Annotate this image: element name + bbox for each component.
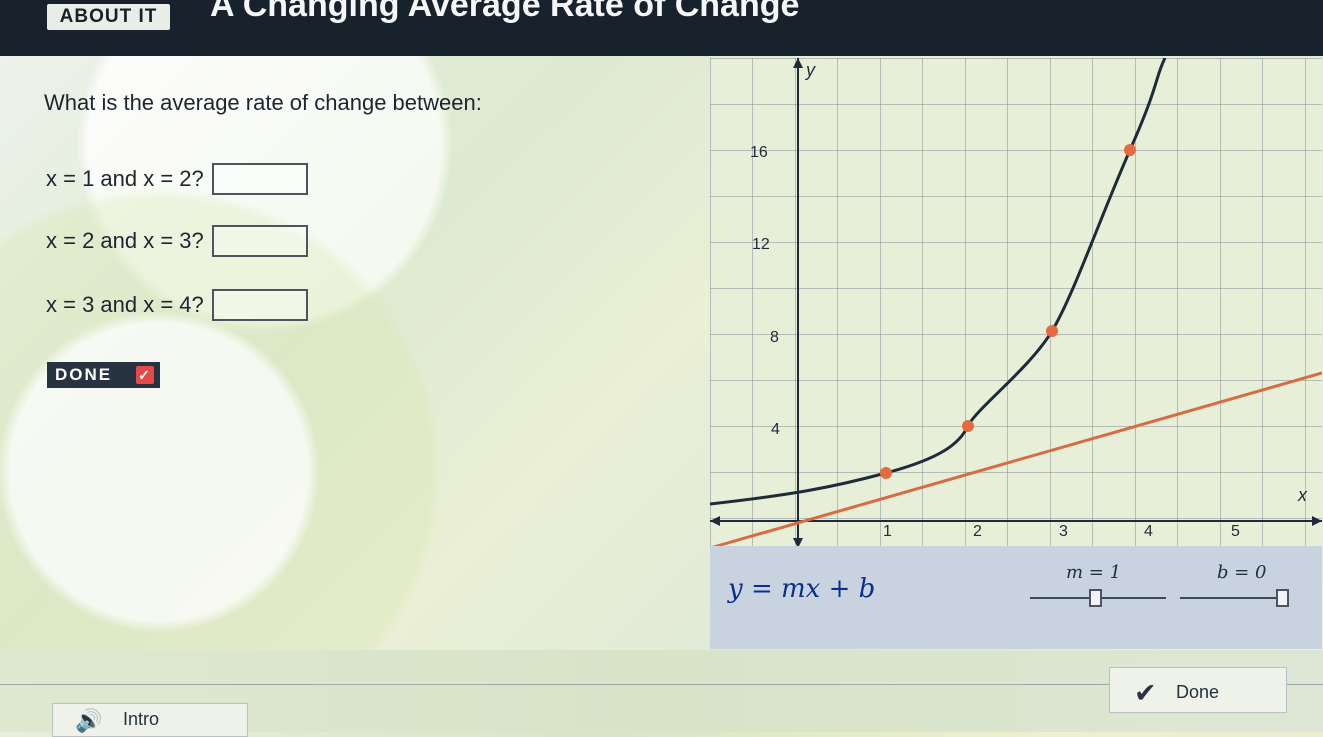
question-row-2-text: x = 2 and x = 3? [46,228,204,253]
question-row-1-text: x = 1 and x = 2? [46,166,204,191]
check-icon: ✔ [1134,678,1157,708]
footer-done-label: Done [1176,682,1220,702]
y-tick-12: 12 [752,236,770,253]
curve-point-2 [962,420,974,432]
x-axis-label: x [1297,485,1308,505]
question-row-2: x = 2 and x = 3? [46,224,308,258]
done-button-label: DONE [55,365,113,384]
badge-text: ABOUT IT [59,6,158,27]
x-tick-1: 1 [883,523,892,540]
question-prompt: What is the average rate of change betwe… [44,90,482,115]
y-tick-8: 8 [770,329,779,346]
question-row-3-text: x = 3 and x = 4? [46,292,204,317]
b-slider-track[interactable] [1180,597,1286,599]
speaker-icon: 🔊 [75,708,103,733]
answer-box-1[interactable] [211,163,308,195]
graph-svg: y x 4 8 12 16 1 2 3 4 5 [710,58,1322,548]
m-slider-thumb[interactable] [1089,589,1102,607]
m-slider-label: m = 1 [1066,562,1122,583]
curve-point-1 [880,467,892,479]
line-formula: y = mx + b [728,574,875,604]
y-tick-4: 4 [771,421,780,438]
curve-point-3 [1046,325,1058,337]
graph-panel: y x 4 8 12 16 1 2 3 4 5 [710,58,1322,548]
question-row-3: x = 3 and x = 4? [46,288,308,322]
x-tick-4: 4 [1144,523,1153,540]
y-tick-16: 16 [750,144,768,161]
curve-point-4 [1124,144,1136,156]
bottom-bar: ✔ Done 🔊 Intro [0,650,1323,737]
think-about-it-badge: ABOUT IT [47,4,170,30]
answer-box-2[interactable] [211,225,308,257]
top-bar: ABOUT IT A Changing Average Rate of Chan… [0,0,1323,56]
done-button[interactable]: DONE ✓ [47,362,160,388]
b-slider-thumb[interactable] [1276,589,1289,607]
y-axis-label: y [804,60,816,80]
b-slider-label: b = 0 [1217,562,1267,583]
x-tick-2: 2 [973,523,982,540]
question-row-1: x = 1 and x = 2? [46,162,308,196]
footer-done-button[interactable]: ✔ Done [1109,667,1287,713]
intro-label: Intro [123,709,160,729]
x-tick-3: 3 [1059,523,1068,540]
x-tick-5: 5 [1231,523,1240,540]
check-icon: ✓ [136,366,154,384]
slider-controls: y = mx + b m = 1 b = 0 [710,546,1322,649]
answer-box-3[interactable] [211,289,308,321]
formula-text: y = mx + b [728,574,876,604]
lesson-title: A Changing Average Rate of Change [210,0,800,24]
graph-grid [710,58,1322,548]
